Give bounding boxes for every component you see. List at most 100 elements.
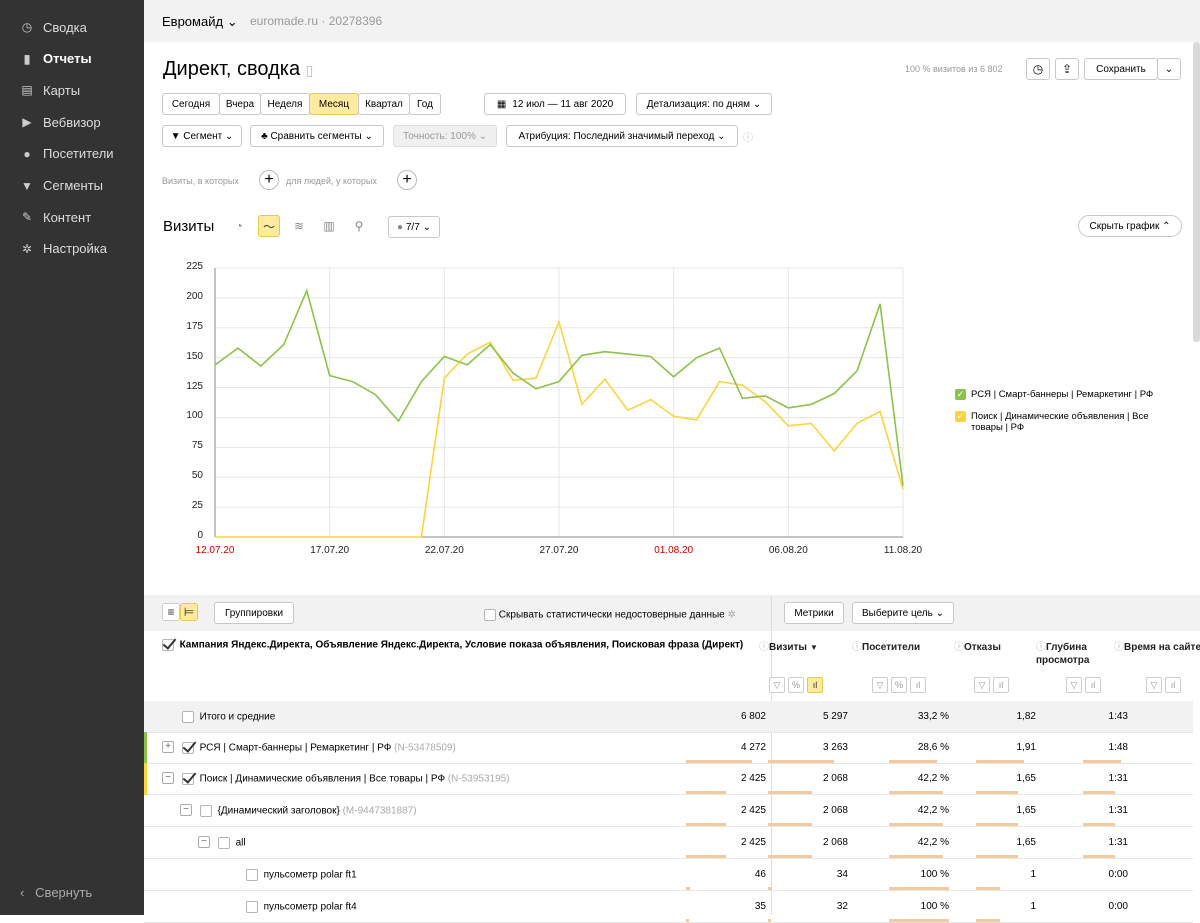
row-label: {Динамический заголовок} (M-9447381887) <box>200 805 417 817</box>
row-id: (N-53953195) <box>448 774 510 785</box>
sort-icon[interactable]: ▼ <box>810 643 818 652</box>
legend-item-1[interactable]: ✓ Поиск | Динамические объявления | Все т… <box>955 411 1175 433</box>
table-row[interactable]: + РСЯ | Смарт-баннеры | Ремаркетинг | РФ… <box>144 732 1193 764</box>
table-row[interactable]: − Поиск | Динамические объявления | Все … <box>144 763 1193 795</box>
cell-bar <box>976 855 1018 858</box>
info-icon[interactable]: ⓘ <box>1114 642 1124 653</box>
bar-chart-icon[interactable]: ıl <box>993 677 1009 693</box>
x-tick-label: 12.07.20 <box>196 545 235 556</box>
cell-value: 1:31 <box>1048 773 1128 784</box>
collapse-icon[interactable]: − <box>180 804 192 816</box>
bar-chart-icon[interactable]: ıl <box>1165 677 1181 693</box>
collapse-icon[interactable]: − <box>198 836 210 848</box>
row-label-text: РСЯ | Смарт-баннеры | Ремаркетинг | РФ <box>200 743 392 754</box>
row-checkbox[interactable] <box>246 901 258 913</box>
filter-icon[interactable]: ▽ <box>974 677 990 693</box>
cell-bar <box>889 791 943 794</box>
hide-unreliable-toggle[interactable]: Скрывать статистически недостоверные дан… <box>484 609 736 621</box>
filter-icon[interactable]: ▽ <box>769 677 785 693</box>
cell-bar <box>686 919 689 922</box>
row-label-text: Итого и средние <box>200 712 276 723</box>
filter-icon[interactable]: ▽ <box>1066 677 1082 693</box>
row-label: пульсометр polar ft1 <box>246 869 357 881</box>
column-tools: ▽%ıl <box>769 675 826 693</box>
cell-value: 42,2 % <box>869 805 949 816</box>
info-icon[interactable]: ⓘ <box>852 642 862 653</box>
percent-icon[interactable]: % <box>891 677 907 693</box>
row-checkbox[interactable] <box>246 869 258 881</box>
filter-icon[interactable]: ▽ <box>1146 677 1162 693</box>
row-checkbox[interactable] <box>218 837 230 849</box>
row-checkbox[interactable] <box>182 742 194 754</box>
list-view-icon[interactable]: ≡ <box>162 603 180 621</box>
filter-icon[interactable]: ▽ <box>872 677 888 693</box>
info-icon[interactable]: ⓘ <box>1036 642 1046 653</box>
row-label: Итого и средние <box>182 711 275 723</box>
cell-value: 5 297 <box>768 711 848 722</box>
column-header-1[interactable]: ⓘПосетители <box>852 641 942 654</box>
expand-icon[interactable]: + <box>162 741 174 753</box>
legend-checkbox[interactable]: ✓ <box>955 389 966 400</box>
info-icon[interactable]: ⓘ <box>954 642 964 653</box>
bar-chart-icon[interactable]: ıl <box>807 677 823 693</box>
cell-value: 1 <box>956 869 1036 880</box>
legend-item-0[interactable]: ✓РСЯ | Смарт-баннеры | Ремаркетинг | РФ <box>955 389 1175 400</box>
table-row[interactable]: пульсометр polar ft43532100 %10:00 <box>144 891 1193 923</box>
cell-bar <box>686 823 726 826</box>
row-label-text: пульсометр polar ft4 <box>264 902 357 913</box>
cell-bar <box>686 791 726 794</box>
column-header-3[interactable]: ⓘГлубина просмотра <box>1036 641 1126 667</box>
metrics-button[interactable]: Метрики <box>784 602 844 624</box>
bar-chart-icon[interactable]: ıl <box>1085 677 1101 693</box>
x-tick-label: 22.07.20 <box>425 545 464 556</box>
dimension-header: Кампания Яндекс.Директа, Объявление Янде… <box>162 639 743 651</box>
cell-bar <box>1083 855 1115 858</box>
row-label-text: пульсометр polar ft1 <box>264 870 357 881</box>
table-row[interactable]: − {Динамический заголовок} (M-9447381887… <box>144 795 1193 827</box>
goal-selector[interactable]: Выберите цель ⌄ <box>852 602 954 624</box>
cell-value: 1,65 <box>956 837 1036 848</box>
column-header-label: Отказы <box>964 642 1001 653</box>
info-icon[interactable]: ⓘ <box>759 642 769 653</box>
cell-value: 100 % <box>869 901 949 912</box>
column-tools: ▽ıl <box>974 675 1012 693</box>
row-checkbox[interactable] <box>200 805 212 817</box>
collapse-sidebar-button[interactable]: ‹ Свернуть <box>20 885 92 900</box>
gear-icon[interactable]: ✲ <box>728 610 736 621</box>
legend-checkbox[interactable]: ✓ <box>955 411 966 422</box>
cell-bar <box>889 919 949 922</box>
cell-value: 0:00 <box>1048 869 1128 880</box>
column-header-4[interactable]: ⓘВремя на сайте <box>1114 641 1200 654</box>
cell-value: 1,91 <box>956 742 1036 753</box>
cell-value: 100 % <box>869 869 949 880</box>
tree-view-icon[interactable]: ⊨ <box>180 603 198 621</box>
hide-unreliable-checkbox[interactable] <box>484 609 496 621</box>
collapse-icon[interactable]: − <box>162 772 174 784</box>
cell-value: 1,65 <box>956 805 1036 816</box>
table-row[interactable]: − all2 4252 06842,2 %1,651:31 <box>144 827 1193 859</box>
table-row[interactable]: пульсометр polar ft1 4634 100 % 1 0:00 <box>144 859 1193 891</box>
legend-label: Поиск | Динамические объявления | Все то… <box>971 411 1175 433</box>
cell-bar <box>768 919 771 922</box>
cell-value: 42,2 % <box>869 773 949 784</box>
cell-bar <box>768 823 812 826</box>
table-row[interactable]: Итого и средние6 8025 29733,2 %1,821:43 <box>144 701 1193 733</box>
cell-bar <box>768 855 812 858</box>
cell-value: 46 <box>686 869 766 880</box>
column-header-2[interactable]: ⓘОтказы <box>954 641 1044 654</box>
cell-value: 1:31 <box>1048 837 1128 848</box>
row-checkbox[interactable] <box>182 711 194 723</box>
percent-icon[interactable]: % <box>788 677 804 693</box>
x-tick-label: 27.07.20 <box>540 545 579 556</box>
cell-value: 34 <box>768 869 848 880</box>
column-header-0[interactable]: ⓘВизиты▼ <box>759 641 849 654</box>
cell-bar <box>889 855 943 858</box>
cell-value: 28,6 % <box>869 742 949 753</box>
bar-chart-icon[interactable]: ıl <box>910 677 926 693</box>
column-header-label: Визиты <box>769 642 807 653</box>
dimension-checkbox[interactable] <box>162 639 174 651</box>
groupings-button[interactable]: Группировки <box>214 602 294 624</box>
cell-value: 1,82 <box>956 711 1036 722</box>
cell-bar <box>889 887 949 890</box>
row-checkbox[interactable] <box>182 773 194 785</box>
